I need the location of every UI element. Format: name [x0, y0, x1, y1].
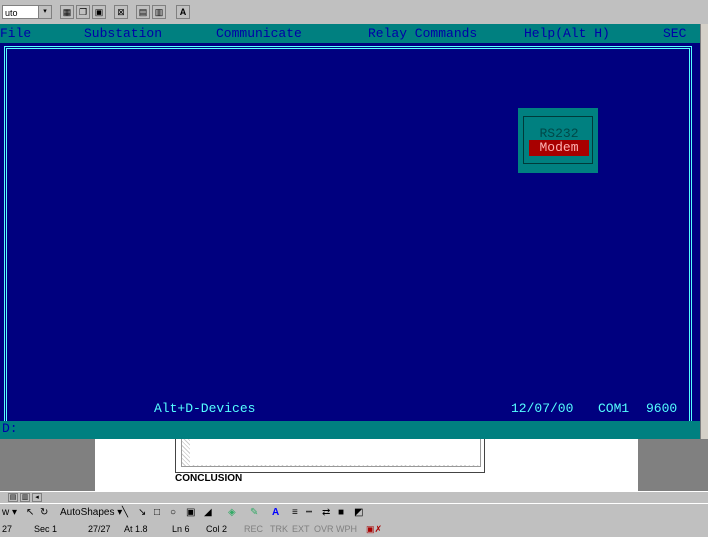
- top-toolbar: uto ▾ ▦ ❐ ▣ ⊠ ▤ ▥ A: [0, 0, 708, 25]
- target-icon[interactable]: ⊠: [114, 5, 128, 19]
- arrow-icon[interactable]: ↘: [138, 507, 146, 518]
- status-ext: EXT: [292, 524, 310, 534]
- line-color-icon[interactable]: ✎: [250, 507, 258, 518]
- arrow-style-icon[interactable]: ⇄: [322, 507, 330, 518]
- menu-relay-commands[interactable]: Relay Commands: [368, 26, 477, 41]
- font-color-draw-icon[interactable]: A: [272, 507, 279, 518]
- free-rotate-icon[interactable]: ↻: [40, 507, 48, 518]
- document-heading: CONCLUSION: [175, 473, 243, 484]
- status-ovr: OVR: [314, 524, 334, 534]
- status-at: At 1.8: [124, 524, 148, 534]
- terminal-status-line: D:: [0, 421, 700, 439]
- select-objects-icon[interactable]: ↖: [26, 507, 34, 518]
- table-icon[interactable]: ▤: [136, 5, 150, 19]
- status-page: 27: [2, 524, 13, 534]
- menu-bar: File Substation Communicate Relay Comman…: [0, 24, 700, 43]
- devices-hotkey-label: Alt+D-Devices: [153, 401, 257, 416]
- status-trk: TRK: [270, 524, 288, 534]
- terminal-window: File Substation Communicate Relay Comman…: [0, 24, 700, 439]
- status-line: Ln 6: [172, 524, 190, 534]
- paste-icon[interactable]: ▣: [92, 5, 106, 19]
- line-icon[interactable]: ╲: [122, 507, 128, 518]
- 3d-icon[interactable]: ◩: [354, 507, 363, 518]
- page-view-icon[interactable]: ▥: [20, 493, 30, 502]
- status-rec: REC: [244, 524, 264, 534]
- scroll-left-icon[interactable]: ◂: [32, 493, 42, 502]
- text-box-icon[interactable]: ▣: [186, 507, 195, 518]
- document-area: CONCLUSION: [0, 439, 708, 491]
- draw-menu[interactable]: w ▾: [2, 507, 17, 518]
- terminal-frame: [4, 46, 692, 424]
- dash-style-icon[interactable]: ┅: [306, 507, 312, 518]
- oval-icon[interactable]: ○: [170, 507, 176, 518]
- drawing-toolbar: w ▾ ↖ ↻ AutoShapes ▾ ╲ ↘ □ ○ ▣ ◢ ◈ ✎ A ≡…: [0, 503, 708, 525]
- document-page: CONCLUSION: [95, 439, 638, 491]
- wordart-icon[interactable]: ◢: [204, 507, 212, 518]
- status-bar: 27 Sec 1 27/27 At 1.8 Ln 6 Col 2 REC TRK…: [0, 524, 708, 537]
- autoshapes-menu[interactable]: AutoShapes ▾: [60, 507, 122, 518]
- dropdown-arrow-icon[interactable]: ▾: [38, 5, 52, 19]
- menu-sec[interactable]: SEC: [663, 26, 686, 41]
- text-box-border: [181, 439, 481, 467]
- baud-label: 9600: [645, 401, 679, 416]
- menu-file[interactable]: File: [0, 26, 31, 41]
- text-box-content: [190, 439, 480, 465]
- vertical-scrollbar[interactable]: [700, 24, 708, 439]
- menu-substation[interactable]: Substation: [84, 26, 162, 41]
- date-label: 12/07/00: [510, 401, 575, 416]
- spelling-status-icon[interactable]: ▣✗: [366, 524, 382, 535]
- rectangle-icon[interactable]: □: [154, 507, 160, 518]
- normal-view-icon[interactable]: ▤: [8, 493, 18, 502]
- option-modem[interactable]: Modem: [529, 140, 589, 156]
- font-color-icon[interactable]: A: [176, 5, 190, 19]
- line-style-icon[interactable]: ≡: [292, 507, 298, 518]
- shadow-icon[interactable]: ■: [338, 507, 344, 518]
- drive-prompt: D:: [2, 421, 18, 436]
- menu-help[interactable]: Help(Alt H): [524, 26, 610, 41]
- fill-color-icon[interactable]: ◈: [228, 507, 236, 518]
- status-section: Sec 1: [34, 524, 58, 534]
- communication-popup: RS232 Modem: [518, 108, 598, 173]
- borders-icon[interactable]: ▦: [60, 5, 74, 19]
- status-pages: 27/27: [88, 524, 111, 534]
- port-label: COM1: [597, 401, 631, 416]
- menu-communicate[interactable]: Communicate: [216, 26, 302, 41]
- copy-icon[interactable]: ❐: [76, 5, 90, 19]
- status-col: Col 2: [206, 524, 228, 534]
- status-wph: WPH: [336, 524, 357, 534]
- popup-frame: RS232 Modem: [523, 116, 593, 164]
- option-rs232[interactable]: RS232: [524, 126, 594, 141]
- window-icon[interactable]: ▥: [152, 5, 166, 19]
- document-text-box[interactable]: [175, 439, 485, 473]
